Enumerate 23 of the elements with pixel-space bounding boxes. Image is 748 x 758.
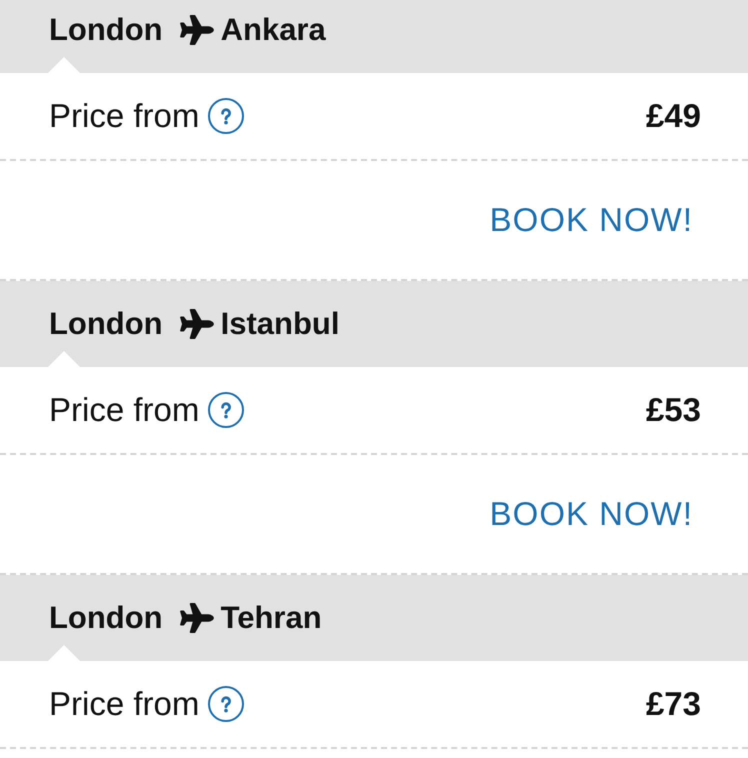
price-label: Price from <box>49 390 200 430</box>
notch-icon <box>48 645 80 661</box>
airplane-icon <box>180 603 214 633</box>
help-icon[interactable] <box>208 686 244 722</box>
price: £53 <box>646 390 701 430</box>
book-now-link[interactable]: BOOK NOW! <box>490 494 693 534</box>
help-icon[interactable] <box>208 392 244 428</box>
destination-city: Ankara <box>220 11 326 49</box>
notch-icon <box>48 57 80 73</box>
book-now-link[interactable]: BOOK NOW! <box>490 200 693 240</box>
price: £73 <box>646 684 701 724</box>
airplane-icon <box>180 15 214 45</box>
airplane-icon <box>180 309 214 339</box>
price: £49 <box>646 96 701 136</box>
origin-city: London <box>49 599 163 637</box>
price-label: Price from <box>49 96 200 136</box>
origin-city: London <box>49 305 163 343</box>
destination-city: Istanbul <box>220 305 340 343</box>
origin-city: London <box>49 11 163 49</box>
price-label: Price from <box>49 684 200 724</box>
help-icon[interactable] <box>208 98 244 134</box>
notch-icon <box>48 351 80 367</box>
destination-city: Tehran <box>220 599 322 637</box>
